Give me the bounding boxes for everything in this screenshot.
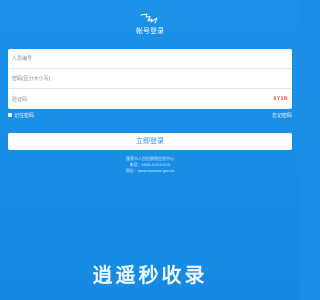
remember-checkbox[interactable] xyxy=(8,113,12,117)
forgot-password-link[interactable]: 忘记密码 xyxy=(272,112,292,119)
username-field[interactable]: 人员编号 xyxy=(8,49,292,69)
username-placeholder: 人员编号 xyxy=(12,56,33,62)
login-options: 记住密码 忘记密码 xyxy=(8,111,292,119)
password-field[interactable]: 密码(区分大小写) xyxy=(8,69,292,89)
login-form: 人员编号 密码(区分大小写) 验证码 6Y1N xyxy=(8,49,292,109)
page-title: 帐号登录 xyxy=(136,28,164,35)
footer-info: 蓬莱市人民检察院信息中心 电话：0535-XXXXXXX 网址：www.xxxx… xyxy=(0,156,300,174)
bird-logo-icon xyxy=(140,13,158,24)
captcha-field[interactable]: 验证码 6Y1N xyxy=(8,89,292,109)
login-button[interactable]: 立即登录 xyxy=(8,133,292,150)
remember-password[interactable]: 记住密码 xyxy=(8,112,34,119)
captcha-image[interactable]: 6Y1N xyxy=(273,96,288,102)
captcha-placeholder: 验证码 xyxy=(12,96,28,103)
remember-label: 记住密码 xyxy=(14,112,35,119)
watermark-text: 逍遥秒收录 xyxy=(92,265,208,287)
password-placeholder: 密码(区分大小写) xyxy=(12,76,51,82)
footer-line-3: 网址：www.xxxxxxx.gov.cn xyxy=(125,168,175,173)
login-page: 帐号登录 人员编号 密码(区分大小写) 验证码 6Y1N 记住密码 忘记密码 立… xyxy=(0,0,300,300)
